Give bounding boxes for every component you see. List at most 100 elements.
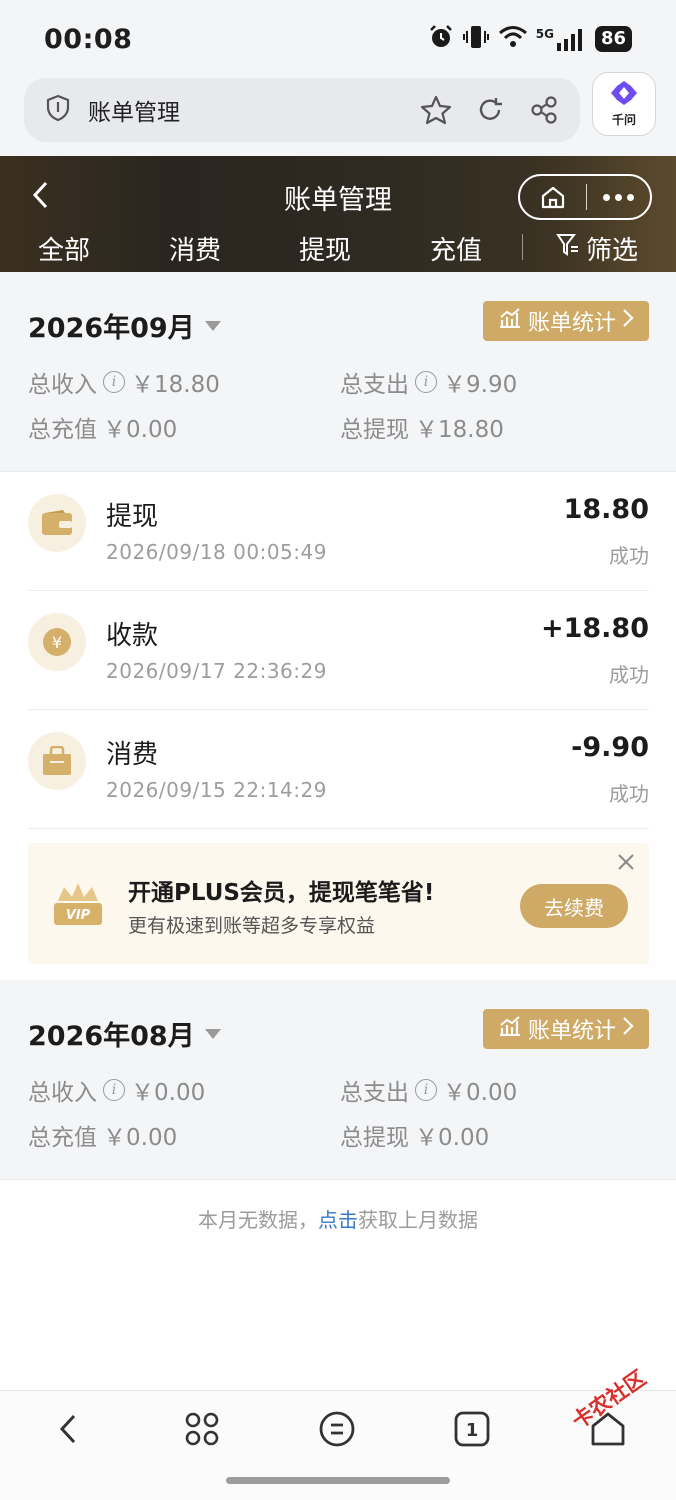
total-expense-label: 总支出 [340,1080,409,1106]
bill-stats-label: 账单统计 [527,1019,616,1044]
miniapp-capsule [518,174,652,220]
total-recharge: 总充值 ￥0.00 [28,410,177,444]
info-icon[interactable]: i [103,1079,125,1101]
total-expense-label: 总支出 [340,372,409,398]
chart-trend-icon [498,307,522,335]
total-expense: 总支出 i ￥0.00 [340,1073,517,1107]
wifi-icon [498,25,528,53]
back-nav-icon[interactable] [48,1409,88,1449]
tab-divider [522,234,523,260]
home-indicator[interactable] [226,1477,450,1484]
qianwen-assistant-button[interactable]: 千问 [592,72,656,136]
load-previous-month-link[interactable]: 点击 [318,1208,358,1232]
share-icon[interactable] [526,95,562,125]
tab-all[interactable]: 全部 [38,230,90,280]
home-icon[interactable] [520,185,586,209]
total-income: 总收入 i ￥18.80 [28,365,220,399]
address-bar[interactable]: 账单管理 [24,78,580,142]
page-url-title: 账单管理 [88,100,180,126]
transaction-time: 2026/09/17 22:36:29 [106,659,327,683]
info-icon[interactable]: i [415,371,437,393]
transaction-name: 消费 [106,740,159,770]
shield-icon [46,94,70,126]
chevron-right-icon [622,308,634,334]
promo-title: 开通PLUS会员，提现笔笔省! [128,880,435,906]
renew-button[interactable]: 去续费 [520,884,628,928]
promo-subtitle: 更有极速到账等超多专享权益 [128,915,376,937]
close-icon[interactable] [617,851,635,875]
total-withdraw-value: ￥0.00 [415,1125,490,1151]
browser-toolbar: 账单管理 千问 [0,72,676,156]
shopping-bag-icon [28,732,86,790]
total-expense-value: ￥0.00 [443,1080,518,1106]
status-icons: 5G 86 [428,24,632,54]
transaction-row[interactable]: 提现 2026/09/18 00:05:49 18.80 成功 [28,472,649,591]
total-expense: 总支出 i ￥9.90 [340,365,517,399]
more-dots-icon[interactable] [587,193,650,201]
tabs-count-icon[interactable]: 1 [452,1409,492,1449]
transaction-name: 收款 [106,621,159,651]
plus-promo-banner: VIP 开通PLUS会员，提现笔笔省! 更有极速到账等超多专享权益 去续费 [28,843,649,964]
total-income-label: 总收入 [28,1080,97,1106]
total-income-label: 总收入 [28,372,97,398]
command-menu-icon[interactable] [182,1409,222,1449]
qianwen-label: 千问 [611,113,636,127]
filter-button[interactable]: 筛选 [556,230,638,267]
total-recharge: 总充值 ￥0.00 [28,1118,177,1152]
tab-withdraw[interactable]: 提现 [299,230,351,267]
star-icon[interactable] [418,95,454,125]
transaction-time: 2026/09/18 00:05:49 [106,540,327,564]
alarm-icon [428,24,454,54]
chart-trend-icon [498,1015,522,1043]
transaction-amount: +18.80 [540,613,649,644]
tab-consumption[interactable]: 消费 [169,230,221,267]
info-icon[interactable]: i [103,371,125,393]
svg-text:¥: ¥ [52,633,62,652]
month-selector[interactable]: 2026年08月 [28,1014,221,1053]
network-type: 5G [535,27,554,41]
vibrate-icon [462,24,490,54]
total-recharge-label: 总充值 [28,417,97,443]
wallet-icon [28,494,86,552]
filter-label: 筛选 [586,236,639,266]
transaction-amount: -9.90 [571,732,649,763]
total-income-value: ￥18.80 [131,372,220,398]
no-data-prefix: 本月无数据， [198,1208,318,1232]
status-bar: 00:08 5G 86 [0,0,676,72]
vip-crown-icon: VIP [50,879,106,935]
info-icon[interactable]: i [415,1079,437,1101]
yuan-coin-icon: ¥ [28,613,86,671]
total-expense-value: ￥9.90 [443,372,518,398]
total-withdraw: 总提现 ￥18.80 [340,410,504,444]
month-selector[interactable]: 2026年09月 [28,306,221,345]
menu-circle-icon[interactable] [317,1409,357,1449]
tab-bar: 全部 消费 提现 充值 筛选 [0,226,676,280]
caret-down-icon [204,320,221,331]
tab-recharge[interactable]: 充值 [430,230,482,267]
month-summary: 2026年09月 账单统计 总收入 i ￥18.80 总支出 i ￥9.90 总… [0,272,676,472]
filter-icon [556,232,580,265]
transaction-amount: 18.80 [563,494,649,525]
bill-stats-button[interactable]: 账单统计 [483,301,649,341]
total-income: 总收入 i ￥0.00 [28,1073,205,1107]
no-data-message: 本月无数据，点击获取上月数据 [0,1204,676,1233]
total-recharge-value: ￥0.00 [103,1125,178,1151]
svg-text:1: 1 [466,1420,479,1441]
bill-stats-button[interactable]: 账单统计 [483,1009,649,1049]
transaction-name: 提现 [106,502,159,532]
transaction-status: 成功 [609,544,649,568]
total-recharge-value: ￥0.00 [103,417,178,443]
refresh-icon[interactable] [472,96,508,124]
month-title: 2026年09月 [28,313,195,344]
battery-indicator: 86 [594,26,632,52]
transaction-row[interactable]: ¥ 收款 2026/09/17 22:36:29 +18.80 成功 [28,591,649,710]
caret-down-icon [204,1028,221,1039]
signal-5g-icon: 5G [536,27,587,51]
transaction-time: 2026/09/15 22:14:29 [106,778,327,802]
qianwen-logo-icon [610,80,638,110]
total-income-value: ￥0.00 [131,1080,206,1106]
transaction-row[interactable]: 消费 2026/09/15 22:14:29 -9.90 成功 [28,710,649,829]
bill-stats-label: 账单统计 [527,311,616,336]
status-time: 00:08 [44,24,133,55]
total-withdraw: 总提现 ￥0.00 [340,1118,489,1152]
